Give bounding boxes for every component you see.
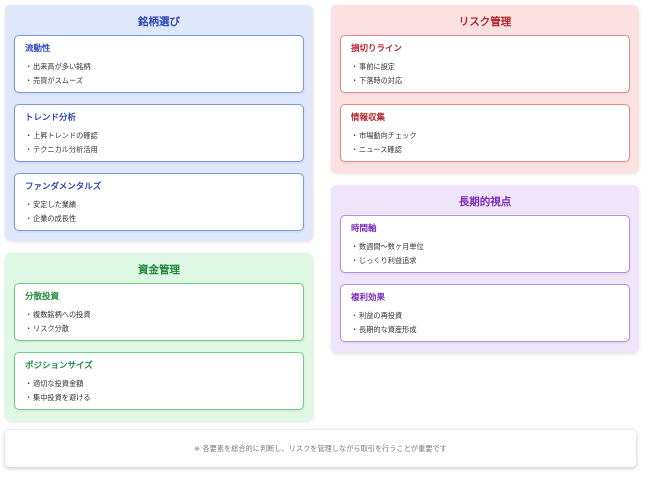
panel-title: 資金管理 <box>138 264 180 276</box>
card-title: 複利効果 <box>351 293 386 303</box>
card-title: トレンド分析 <box>25 113 77 123</box>
panel-long-term: 長期的視点 時間軸 ・数週間〜数ヶ月単位 ・じっくり利益追求 複利効果 ・利益の… <box>331 185 639 353</box>
list-item: ・数週間〜数ヶ月単位 <box>351 242 424 251</box>
card-trend-analysis: トレンド分析 ・上昇トレンドの確認 ・テクニカル分析活用 <box>14 104 304 162</box>
panel-title: 長期的視点 <box>458 196 512 208</box>
list-item: ・テクニカル分析活用 <box>25 145 98 154</box>
card-time-horizon: 時間軸 ・数週間〜数ヶ月単位 ・じっくり利益追求 <box>340 215 630 273</box>
list-item: ・上昇トレンドの確認 <box>25 131 98 140</box>
card-title: 損切りライン <box>351 44 403 54</box>
list-item: ・事前に設定 <box>351 62 395 71</box>
list-item: ・じっくり利益追求 <box>351 256 417 265</box>
card-title: ファンダメンタルズ <box>25 182 102 192</box>
card-title: 流動性 <box>25 44 51 54</box>
list-item: ・売買がスムーズ <box>25 76 83 85</box>
list-item: ・市場動向チェック <box>351 131 417 140</box>
panel-stock-selection: 銘柄選び 流動性 ・出来高が多い銘柄 ・売買がスムーズ トレンド分析 ・上昇トレ… <box>5 5 313 241</box>
list-item: ・企業の成長性 <box>25 214 77 223</box>
list-item: ・出来高が多い銘柄 <box>25 62 91 71</box>
list-item: ・リスク分散 <box>25 324 69 333</box>
panel-risk-management: リスク管理 損切りライン ・事前に設定 ・下落時の対応 情報収集 ・市場動向チェ… <box>331 5 639 173</box>
card-information: 情報収集 ・市場動向チェック ・ニュース確認 <box>340 104 630 162</box>
panel-title: リスク管理 <box>458 16 512 28</box>
list-item: ・複数銘柄への投資 <box>25 310 91 319</box>
card-diversification: 分散投資 ・複数銘柄への投資 ・リスク分散 <box>14 283 304 341</box>
list-item: ・下落時の対応 <box>351 76 403 85</box>
footer-note-text: ※ 各要素を総合的に判断し、リスクを管理しながら取引を行うことが重要です <box>194 444 447 453</box>
card-stop-loss: 損切りライン ・事前に設定 ・下落時の対応 <box>340 35 630 93</box>
list-item: ・安定した業績 <box>25 200 77 209</box>
card-liquidity: 流動性 ・出来高が多い銘柄 ・売買がスムーズ <box>14 35 304 93</box>
list-item: ・適切な投資金額 <box>25 379 84 388</box>
card-title: 時間軸 <box>351 224 377 234</box>
footer-note: ※ 各要素を総合的に判断し、リスクを管理しながら取引を行うことが重要です <box>5 430 636 467</box>
card-fundamentals: ファンダメンタルズ ・安定した業績 ・企業の成長性 <box>14 173 304 231</box>
list-item: ・長期的な資産形成 <box>351 325 417 334</box>
panel-money-management: 資金管理 分散投資 ・複数銘柄への投資 ・リスク分散 ポジションサイズ ・適切な… <box>5 253 313 421</box>
card-compound-effect: 複利効果 ・利益の再投資 ・長期的な資産形成 <box>340 284 630 342</box>
list-item: ・集中投資を避ける <box>25 393 91 402</box>
card-position-size: ポジションサイズ ・適切な投資金額 ・集中投資を避ける <box>14 352 304 410</box>
list-item: ・ニュース確認 <box>351 145 402 154</box>
card-title: 情報収集 <box>351 113 386 123</box>
list-item: ・利益の再投資 <box>351 311 403 320</box>
card-title: ポジションサイズ <box>25 361 93 371</box>
card-title: 分散投資 <box>25 292 60 302</box>
panel-title: 銘柄選び <box>138 16 180 28</box>
